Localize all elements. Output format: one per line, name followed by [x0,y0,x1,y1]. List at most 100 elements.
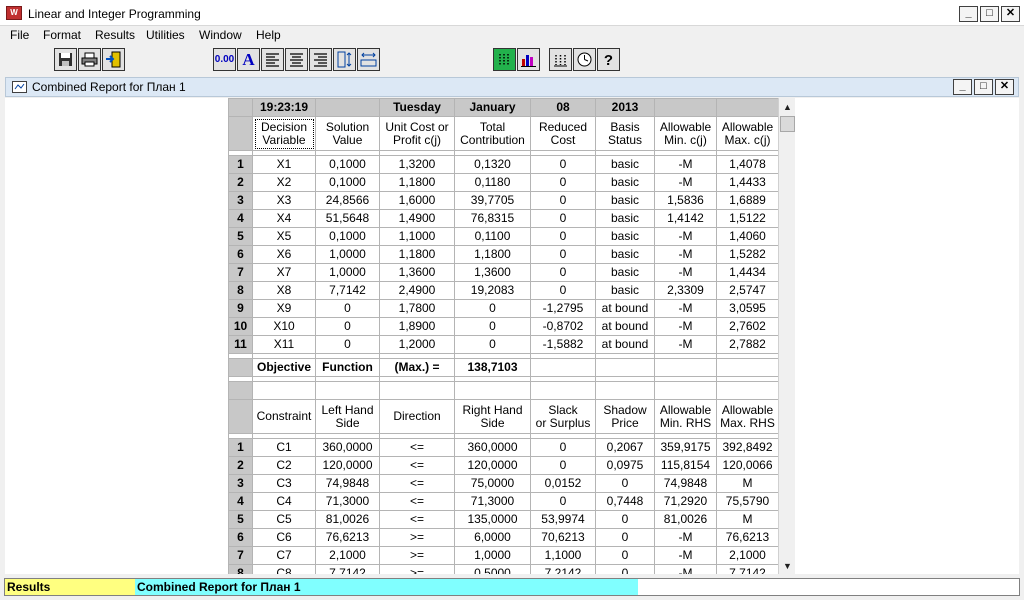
blank-cell[interactable] [252,381,316,400]
decimal-format-button[interactable]: 0.00 [213,48,236,71]
align-right-button[interactable] [309,48,332,71]
variable-cell[interactable]: 0,1000 [315,227,380,246]
variable-cell[interactable]: -1,5882 [530,335,596,354]
objective-blank[interactable] [654,358,717,377]
row-number[interactable]: 6 [228,245,253,264]
variable-cell[interactable]: 24,8566 [315,191,380,210]
variable-cell[interactable]: 0 [454,335,531,354]
variable-cell[interactable]: -M [654,245,717,264]
variable-column-header[interactable]: Basis Status [595,116,655,151]
constraint-cell[interactable]: <= [379,456,455,475]
constraint-cell[interactable]: 0 [595,510,655,529]
variable-cell[interactable]: basic [595,245,655,264]
vertical-scrollbar[interactable]: ▲ ▼ [778,98,795,574]
constraint-cell[interactable]: >= [379,528,455,547]
variable-cell[interactable]: 1,1800 [454,245,531,264]
variable-column-header[interactable]: Unit Cost or Profit c(j) [379,116,455,151]
save-button[interactable] [54,48,77,71]
column-width-button[interactable] [357,48,380,71]
variable-cell[interactable]: X9 [252,299,316,318]
align-left-button[interactable] [261,48,284,71]
constraint-cell[interactable]: 7,7142 [315,564,380,574]
objective-label[interactable]: Objective [252,358,316,377]
variable-cell[interactable]: basic [595,227,655,246]
row-number[interactable]: 9 [228,299,253,318]
variable-cell[interactable]: at bound [595,299,655,318]
table-view-button[interactable] [493,48,516,71]
variable-cell[interactable]: 1,4433 [716,173,779,192]
variable-cell[interactable]: X4 [252,209,316,228]
row-number[interactable]: 3 [228,474,253,493]
constraint-cell[interactable]: 0,0975 [595,456,655,475]
constraint-cell[interactable]: 53,9974 [530,510,596,529]
variable-cell[interactable]: 0 [530,155,596,174]
report-date[interactable]: 08 [530,98,596,117]
variable-cell[interactable]: basic [595,281,655,300]
variable-cell[interactable]: -M [654,335,717,354]
variable-column-header[interactable]: Allowable Min. c(j) [654,116,717,151]
constraint-cell[interactable]: >= [379,564,455,574]
row-number[interactable]: 5 [228,227,253,246]
variable-cell[interactable]: 1,1800 [379,245,455,264]
row-header-blank[interactable] [228,358,253,377]
constraint-cell[interactable]: 0,0152 [530,474,596,493]
constraint-column-header[interactable]: Right Hand Side [454,399,531,434]
constraint-cell[interactable]: C6 [252,528,316,547]
variable-cell[interactable]: -1,2795 [530,299,596,318]
date-cell-blank[interactable] [716,98,779,117]
minimize-button[interactable]: _ [959,6,978,22]
font-button[interactable]: A [237,48,260,71]
report-year[interactable]: 2013 [595,98,655,117]
blank-cell[interactable] [530,381,596,400]
report-minimize-button[interactable]: _ [953,79,972,95]
variable-cell[interactable]: 2,7602 [716,317,779,336]
variable-cell[interactable]: X5 [252,227,316,246]
clock-button[interactable] [573,48,596,71]
menu-window[interactable]: Window [199,28,242,42]
constraint-cell[interactable]: C1 [252,438,316,457]
variable-cell[interactable]: 1,1000 [379,227,455,246]
variable-cell[interactable]: 1,6000 [379,191,455,210]
constraint-cell[interactable]: 0 [595,528,655,547]
constraint-cell[interactable]: -M [654,546,717,565]
variable-cell[interactable]: -M [654,227,717,246]
constraint-cell[interactable]: 81,0026 [315,510,380,529]
calculator-button[interactable] [549,48,572,71]
blank-cell[interactable] [379,381,455,400]
constraint-cell[interactable]: 0 [595,564,655,574]
variable-cell[interactable]: 51,5648 [315,209,380,228]
date-cell-blank[interactable] [315,98,380,117]
report-maximize-button[interactable]: □ [974,79,993,95]
constraint-cell[interactable]: 75,5790 [716,492,779,511]
blank-cell[interactable] [228,381,253,400]
variable-cell[interactable]: 2,7882 [716,335,779,354]
variable-column-header[interactable]: Reduced Cost [530,116,596,151]
variable-cell[interactable]: -0,8702 [530,317,596,336]
variable-cell[interactable]: 0 [530,281,596,300]
constraint-cell[interactable]: 76,6213 [315,528,380,547]
date-cell-blank[interactable] [654,98,717,117]
row-number[interactable]: 7 [228,546,253,565]
objective-label[interactable]: (Max.) = [379,358,455,377]
scroll-up-arrow-icon[interactable]: ▲ [779,98,795,115]
objective-blank[interactable] [716,358,779,377]
constraint-cell[interactable]: 7,7142 [716,564,779,574]
variable-cell[interactable]: 1,6889 [716,191,779,210]
constraint-cell[interactable]: 0 [530,492,596,511]
constraint-cell[interactable]: C4 [252,492,316,511]
variable-cell[interactable]: 1,3200 [379,155,455,174]
constraint-cell[interactable]: <= [379,474,455,493]
constraint-cell[interactable]: C8 [252,564,316,574]
row-height-button[interactable] [333,48,356,71]
variable-cell[interactable]: basic [595,173,655,192]
constraint-cell[interactable]: 74,9848 [315,474,380,493]
constraint-cell[interactable]: C3 [252,474,316,493]
blank-cell[interactable] [716,381,779,400]
variable-cell[interactable]: 1,4142 [654,209,717,228]
constraint-column-header[interactable]: Shadow Price [595,399,655,434]
variable-cell[interactable]: 0 [530,209,596,228]
variable-cell[interactable]: 0 [530,227,596,246]
variable-cell[interactable]: 76,8315 [454,209,531,228]
menu-format[interactable]: Format [43,28,81,42]
variable-cell[interactable]: 1,1800 [379,173,455,192]
